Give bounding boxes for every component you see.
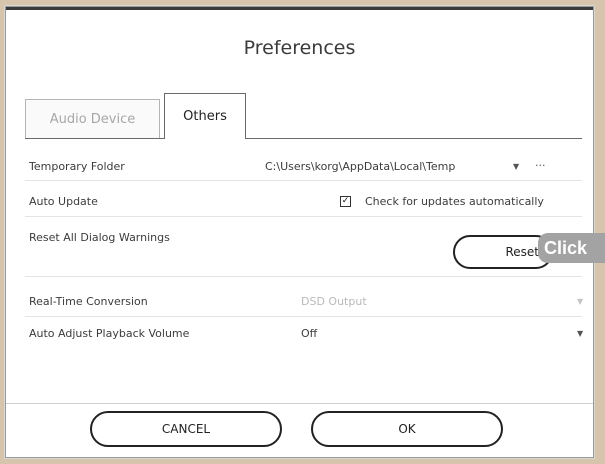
setting-row-temporary-folder: Temporary Folder C:\Users\korg\AppData\L… bbox=[25, 147, 582, 181]
temporary-folder-value[interactable]: C:\Users\korg\AppData\Local\Temp bbox=[265, 160, 455, 173]
tab-divider bbox=[25, 138, 582, 139]
check-icon: ✓ bbox=[341, 196, 350, 206]
footer-divider bbox=[6, 403, 593, 404]
auto-adjust-volume-select[interactable]: Off bbox=[301, 327, 317, 340]
tab-bar: Audio Device Others bbox=[25, 93, 445, 139]
chevron-down-icon[interactable]: ▼ bbox=[577, 297, 583, 306]
tab-others[interactable]: Others bbox=[164, 93, 246, 139]
preferences-dialog: Preferences Audio Device Others Temporar… bbox=[5, 6, 594, 458]
chevron-down-icon[interactable]: ▼ bbox=[577, 329, 583, 338]
click-hint-badge: Click bbox=[538, 233, 605, 263]
window-top-border bbox=[6, 7, 593, 10]
browse-folder-button[interactable]: ··· bbox=[535, 159, 546, 172]
cancel-button[interactable]: CANCEL bbox=[90, 411, 282, 447]
setting-row-realtime-conversion: Real-Time Conversion DSD Output ▼ bbox=[25, 277, 583, 317]
auto-update-checkbox[interactable]: ✓ bbox=[340, 196, 351, 207]
chevron-down-icon[interactable]: ▼ bbox=[513, 162, 519, 171]
tab-audio-device[interactable]: Audio Device bbox=[25, 99, 160, 139]
realtime-conversion-label: Real-Time Conversion bbox=[29, 295, 148, 308]
auto-update-checkbox-label[interactable]: Check for updates automatically bbox=[365, 195, 544, 208]
auto-adjust-volume-label: Auto Adjust Playback Volume bbox=[29, 327, 190, 340]
setting-row-auto-update: Auto Update ✓ Check for updates automati… bbox=[25, 181, 582, 217]
active-tab-gap bbox=[165, 138, 245, 139]
temporary-folder-label: Temporary Folder bbox=[29, 160, 125, 173]
reset-warnings-label: Reset All Dialog Warnings bbox=[29, 231, 170, 244]
realtime-conversion-select[interactable]: DSD Output bbox=[301, 295, 367, 308]
auto-update-label: Auto Update bbox=[29, 195, 98, 208]
dialog-title: Preferences bbox=[243, 37, 356, 59]
ok-button[interactable]: OK bbox=[311, 411, 503, 447]
setting-row-auto-adjust-volume: Auto Adjust Playback Volume Off ▼ bbox=[25, 317, 583, 349]
